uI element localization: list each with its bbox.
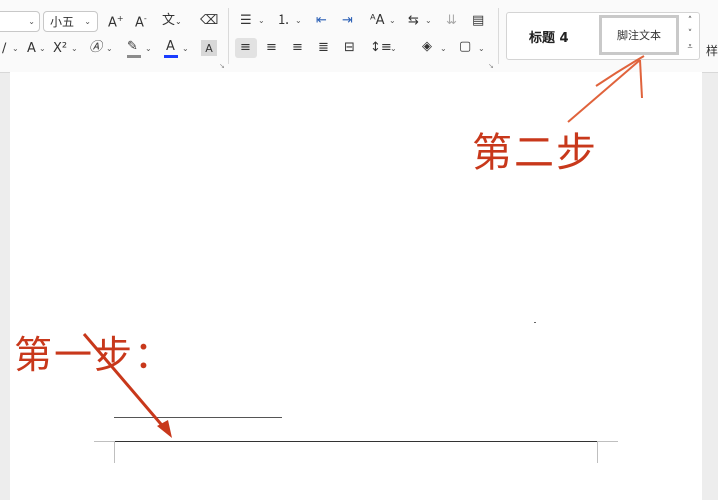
chevron-down-icon: ⌄ <box>71 44 78 53</box>
align-left-icon[interactable]: ≡ <box>240 41 251 54</box>
chevron-down-icon: ⌄ <box>84 17 91 26</box>
toolbar-separator <box>498 8 499 64</box>
step-1-annotation: 第一步： <box>14 333 175 377</box>
chevron-down-icon: ⌄ <box>39 44 46 53</box>
footnote-separator <box>114 417 282 418</box>
chevron-down-icon: ⌄ <box>12 44 19 53</box>
show-marks-icon[interactable]: ▤ <box>472 14 484 27</box>
align-right-icon[interactable]: ≡ <box>292 41 303 54</box>
text-cursor-dot <box>534 322 536 323</box>
align-center-icon[interactable]: ≡ <box>266 41 277 54</box>
chevron-down-icon: ⌄ <box>145 44 152 53</box>
decrease-indent-icon[interactable]: ⇤ <box>316 14 327 27</box>
step-2-annotation: 第二步 <box>472 130 598 176</box>
chevron-down-icon: ⌄ <box>106 44 113 53</box>
chevron-down-icon: ⌄ <box>478 44 485 53</box>
font-name-dropdown[interactable]: ⌄ <box>0 11 40 32</box>
styles-gallery: 标题 4 脚注文本 ˄ ˅ ⩡ <box>506 12 700 60</box>
style-heading-4[interactable]: 标题 4 <box>529 27 569 46</box>
font-size-value: 小五 <box>50 15 75 29</box>
borders-icon[interactable]: ▢ <box>459 40 471 53</box>
ribbon-toolbar: ⌄ 小五 ⌄ A+ A- 文⌄ ⌫ ∕ ⌄ A ⌄ X² ⌄ Ⓐ ⌄ ✎ ⌄ A… <box>0 0 718 73</box>
chevron-down-icon: ⌄ <box>28 17 35 26</box>
character-border-icon[interactable]: A <box>27 42 36 55</box>
scroll-down-icon[interactable]: ˅ <box>683 28 697 41</box>
clear-format-icon[interactable]: ⌫ <box>200 14 218 27</box>
chevron-down-icon: ⌄ <box>258 16 265 25</box>
styles-side-label[interactable]: 样 <box>706 42 718 59</box>
justify-icon[interactable]: ≣ <box>318 41 329 54</box>
superscript-icon[interactable]: X² <box>53 42 67 55</box>
shading-icon[interactable]: ◈ <box>422 40 432 53</box>
font-color-icon[interactable]: A <box>166 40 175 53</box>
sort-icon[interactable]: ⇊ <box>446 14 457 27</box>
scroll-up-icon[interactable]: ˄ <box>683 15 697 28</box>
chevron-down-icon: ⌄ <box>295 16 302 25</box>
style-footnote-text[interactable]: 脚注文本 <box>599 15 679 55</box>
bullet-list-icon[interactable]: ☰ <box>240 14 252 27</box>
margin-corner-left <box>114 441 115 463</box>
numbered-list-icon[interactable]: ⒈ <box>277 14 290 27</box>
paragraph-dialog-launcher-icon[interactable]: ↘ <box>488 62 494 70</box>
chinese-layout-icon[interactable]: ᴬA <box>370 14 385 27</box>
increase-indent-icon[interactable]: ⇥ <box>342 14 353 27</box>
highlight-color-bar <box>127 55 141 58</box>
text-direction-icon[interactable]: ⇆ <box>408 14 419 27</box>
more-styles-icon[interactable]: ⩡ <box>683 41 697 54</box>
font-size-dropdown[interactable]: 小五 ⌄ <box>43 11 98 32</box>
strikethrough-icon[interactable]: ∕ <box>2 42 6 55</box>
chevron-down-icon: ⌄ <box>440 44 447 53</box>
distributed-icon[interactable]: ⊟ <box>344 41 355 54</box>
highlight-icon[interactable]: ✎ <box>127 40 138 53</box>
toolbar-separator <box>228 8 229 64</box>
text-area-boundary <box>114 441 598 442</box>
styles-scroll-controls: ˄ ˅ ⩡ <box>683 15 697 57</box>
document-page[interactable] <box>10 72 702 500</box>
character-shading-icon[interactable]: A <box>201 40 217 56</box>
chevron-down-icon: ⌄ <box>182 44 189 53</box>
phonetic-guide-icon[interactable]: 文⌄ <box>162 14 182 27</box>
grow-font-icon[interactable]: A+ <box>108 15 124 30</box>
font-color-bar <box>164 55 178 58</box>
shrink-font-icon[interactable]: A- <box>135 15 147 30</box>
text-effect-icon[interactable]: Ⓐ <box>89 41 102 54</box>
margin-corner-right <box>597 441 598 463</box>
line-spacing-icon[interactable]: ↕≡ <box>370 41 392 54</box>
font-dialog-launcher-icon[interactable]: ↘ <box>219 62 225 70</box>
chevron-down-icon: ⌄ <box>425 16 432 25</box>
chevron-down-icon: ⌄ <box>390 44 397 53</box>
chevron-down-icon: ⌄ <box>389 16 396 25</box>
